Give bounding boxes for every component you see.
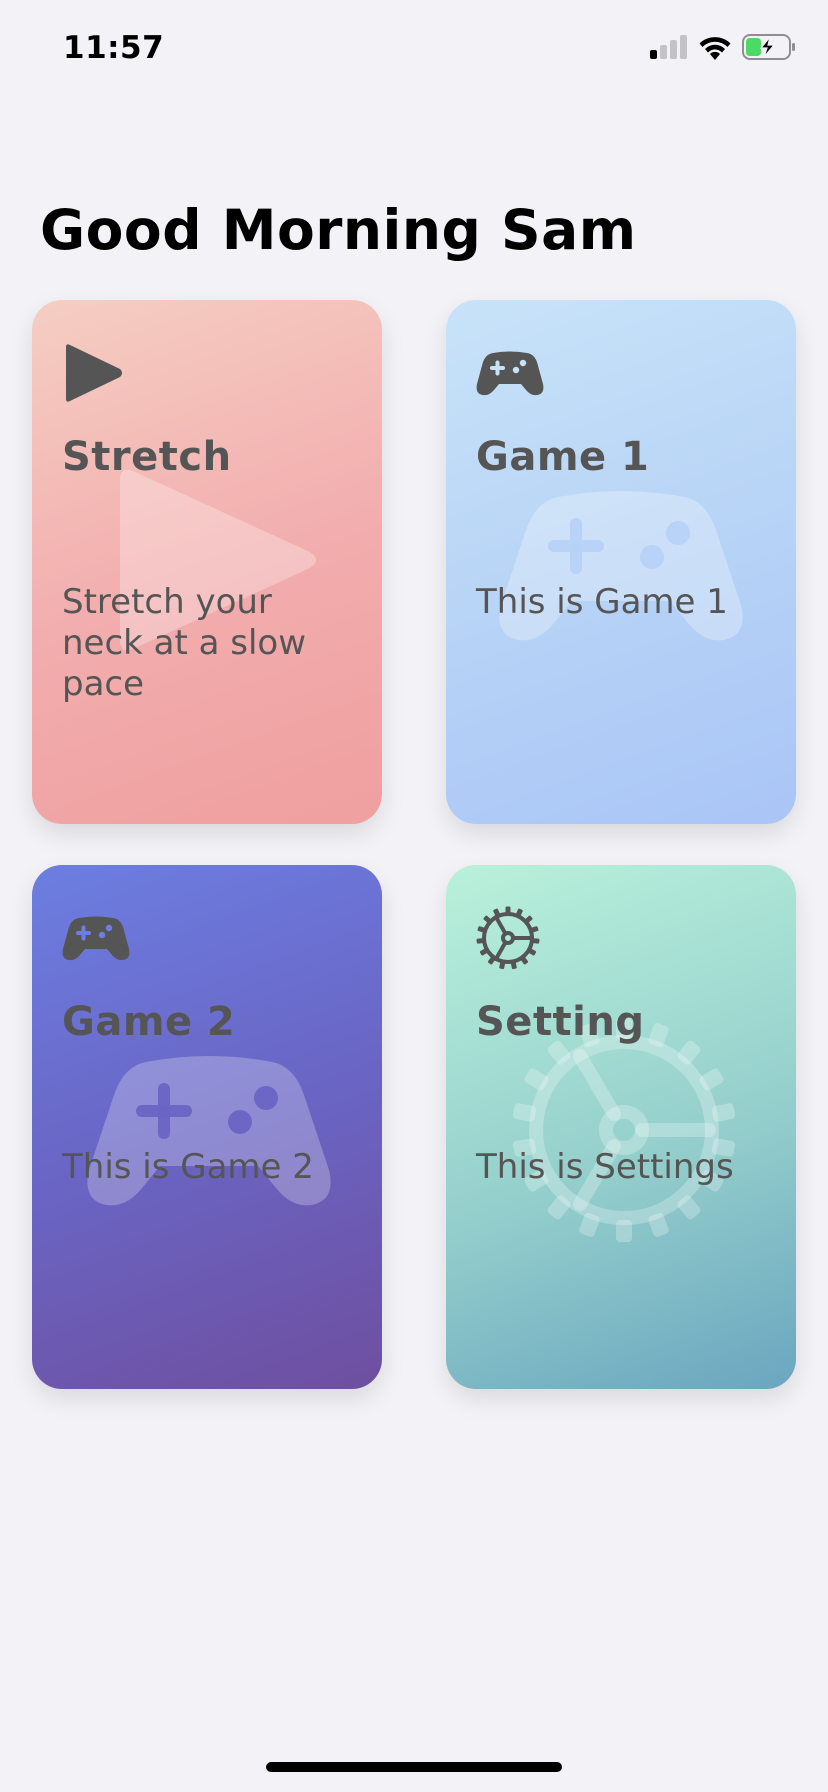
battery-charging-icon (742, 34, 796, 64)
card-title: Stretch (62, 434, 232, 480)
gamepad-watermark-icon (87, 1056, 331, 1206)
gamepad-watermark-icon (499, 491, 743, 641)
card-title: Game 2 (62, 999, 236, 1045)
home-indicator[interactable] (266, 1762, 562, 1772)
cellular-signal-icon (650, 35, 688, 63)
game-1-card[interactable]: Game 1 This is Game 1 (446, 300, 796, 824)
status-icons (650, 34, 796, 64)
wifi-icon (698, 34, 732, 64)
settings-wheel-watermark-icon (512, 1018, 736, 1242)
gamepad-icon (62, 903, 132, 973)
card-description: This is Game 2 (62, 1147, 314, 1187)
game-2-card[interactable]: Game 2 This is Game 2 (32, 865, 382, 1389)
play-icon (62, 338, 132, 408)
setting-card[interactable]: Setting This is Settings (446, 865, 796, 1389)
settings-wheel-icon (476, 903, 546, 973)
stretch-card[interactable]: Stretch Stretch your neck at a slow pace (32, 300, 382, 824)
card-description: Stretch your neck at a slow pace (62, 582, 307, 704)
card-description: This is Game 1 (476, 582, 728, 622)
greeting-title: Good Morning Sam (40, 198, 637, 262)
gamepad-icon (476, 338, 546, 408)
card-title: Setting (476, 999, 645, 1045)
status-time: 11:57 (63, 30, 165, 66)
card-description: This is Settings (476, 1147, 734, 1187)
card-title: Game 1 (476, 434, 650, 480)
status-bar: 11:57 (0, 0, 828, 100)
